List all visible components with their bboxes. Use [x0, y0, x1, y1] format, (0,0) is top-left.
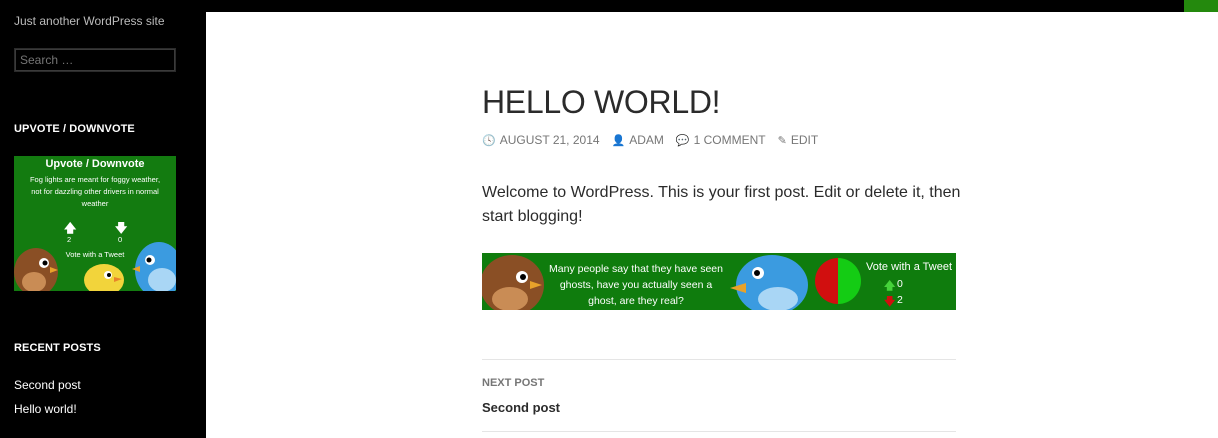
recent-post-link[interactable]: Second post [14, 378, 81, 392]
recent-post-link[interactable]: Hello world! [14, 402, 77, 416]
pencil-icon: ✎ [777, 134, 787, 147]
widget-title-upvote: UPVOTE / DOWNVOTE [14, 123, 135, 135]
vote-widget-title: Upvote / Downvote [45, 158, 145, 170]
post-author-link[interactable]: 👤 ADAM [612, 133, 664, 147]
post-comments: 1 COMMENT [693, 133, 766, 147]
post-meta: 🕓 AUGUST 21, 2014 👤 ADAM 💬 1 COMMENT ✎ E… [482, 133, 830, 147]
downvote-count: 0 [118, 235, 123, 244]
post-content: Welcome to WordPress. This is your first… [482, 184, 961, 225]
upvote-downvote-widget[interactable]: Upvote / Downvote Fog lights are meant f… [14, 156, 176, 291]
post-comments-link[interactable]: 💬 1 COMMENT [676, 133, 766, 147]
banner-question: Many people say that they have seen ghos… [549, 263, 723, 307]
widget-title-recent-posts: RECENT POSTS [14, 342, 101, 354]
post-author: ADAM [629, 133, 664, 147]
arrow-down-icon[interactable]: 🡇 [884, 293, 895, 310]
post-edit-link[interactable]: ✎ EDIT [778, 133, 819, 147]
search-input[interactable] [14, 48, 176, 72]
site-tagline: Just another WordPress site [14, 14, 165, 28]
next-post-label: NEXT POST [482, 377, 545, 389]
post-edit: EDIT [790, 133, 819, 147]
search-toggle-button[interactable] [1184, 0, 1218, 12]
next-post-link[interactable]: Second post [482, 400, 560, 415]
banner-downvote-count: 2 [897, 294, 903, 306]
post-date: AUGUST 21, 2014 [499, 133, 600, 147]
divider [482, 431, 956, 432]
banner-vote-with-tweet[interactable]: Vote with a Tweet [866, 261, 952, 273]
post-date-link[interactable]: 🕓 AUGUST 21, 2014 [482, 133, 600, 147]
vote-banner[interactable]: Many people say that they have seen ghos… [482, 253, 956, 310]
banner-upvote-count: 0 [897, 278, 903, 290]
comment-icon: 💬 [675, 134, 690, 147]
post-title[interactable]: HELLO WORLD! [482, 84, 721, 121]
upvote-count: 2 [67, 235, 72, 244]
vote-with-tweet-link[interactable]: Vote with a Tweet [14, 250, 176, 259]
clock-icon: 🕓 [482, 134, 496, 147]
divider [482, 359, 956, 360]
user-icon: 👤 [611, 134, 626, 147]
sidebar: Just another WordPress site UPVOTE / DOW… [0, 0, 206, 438]
vote-widget-question: Fog lights are meant for foggy weather, … [29, 175, 161, 208]
